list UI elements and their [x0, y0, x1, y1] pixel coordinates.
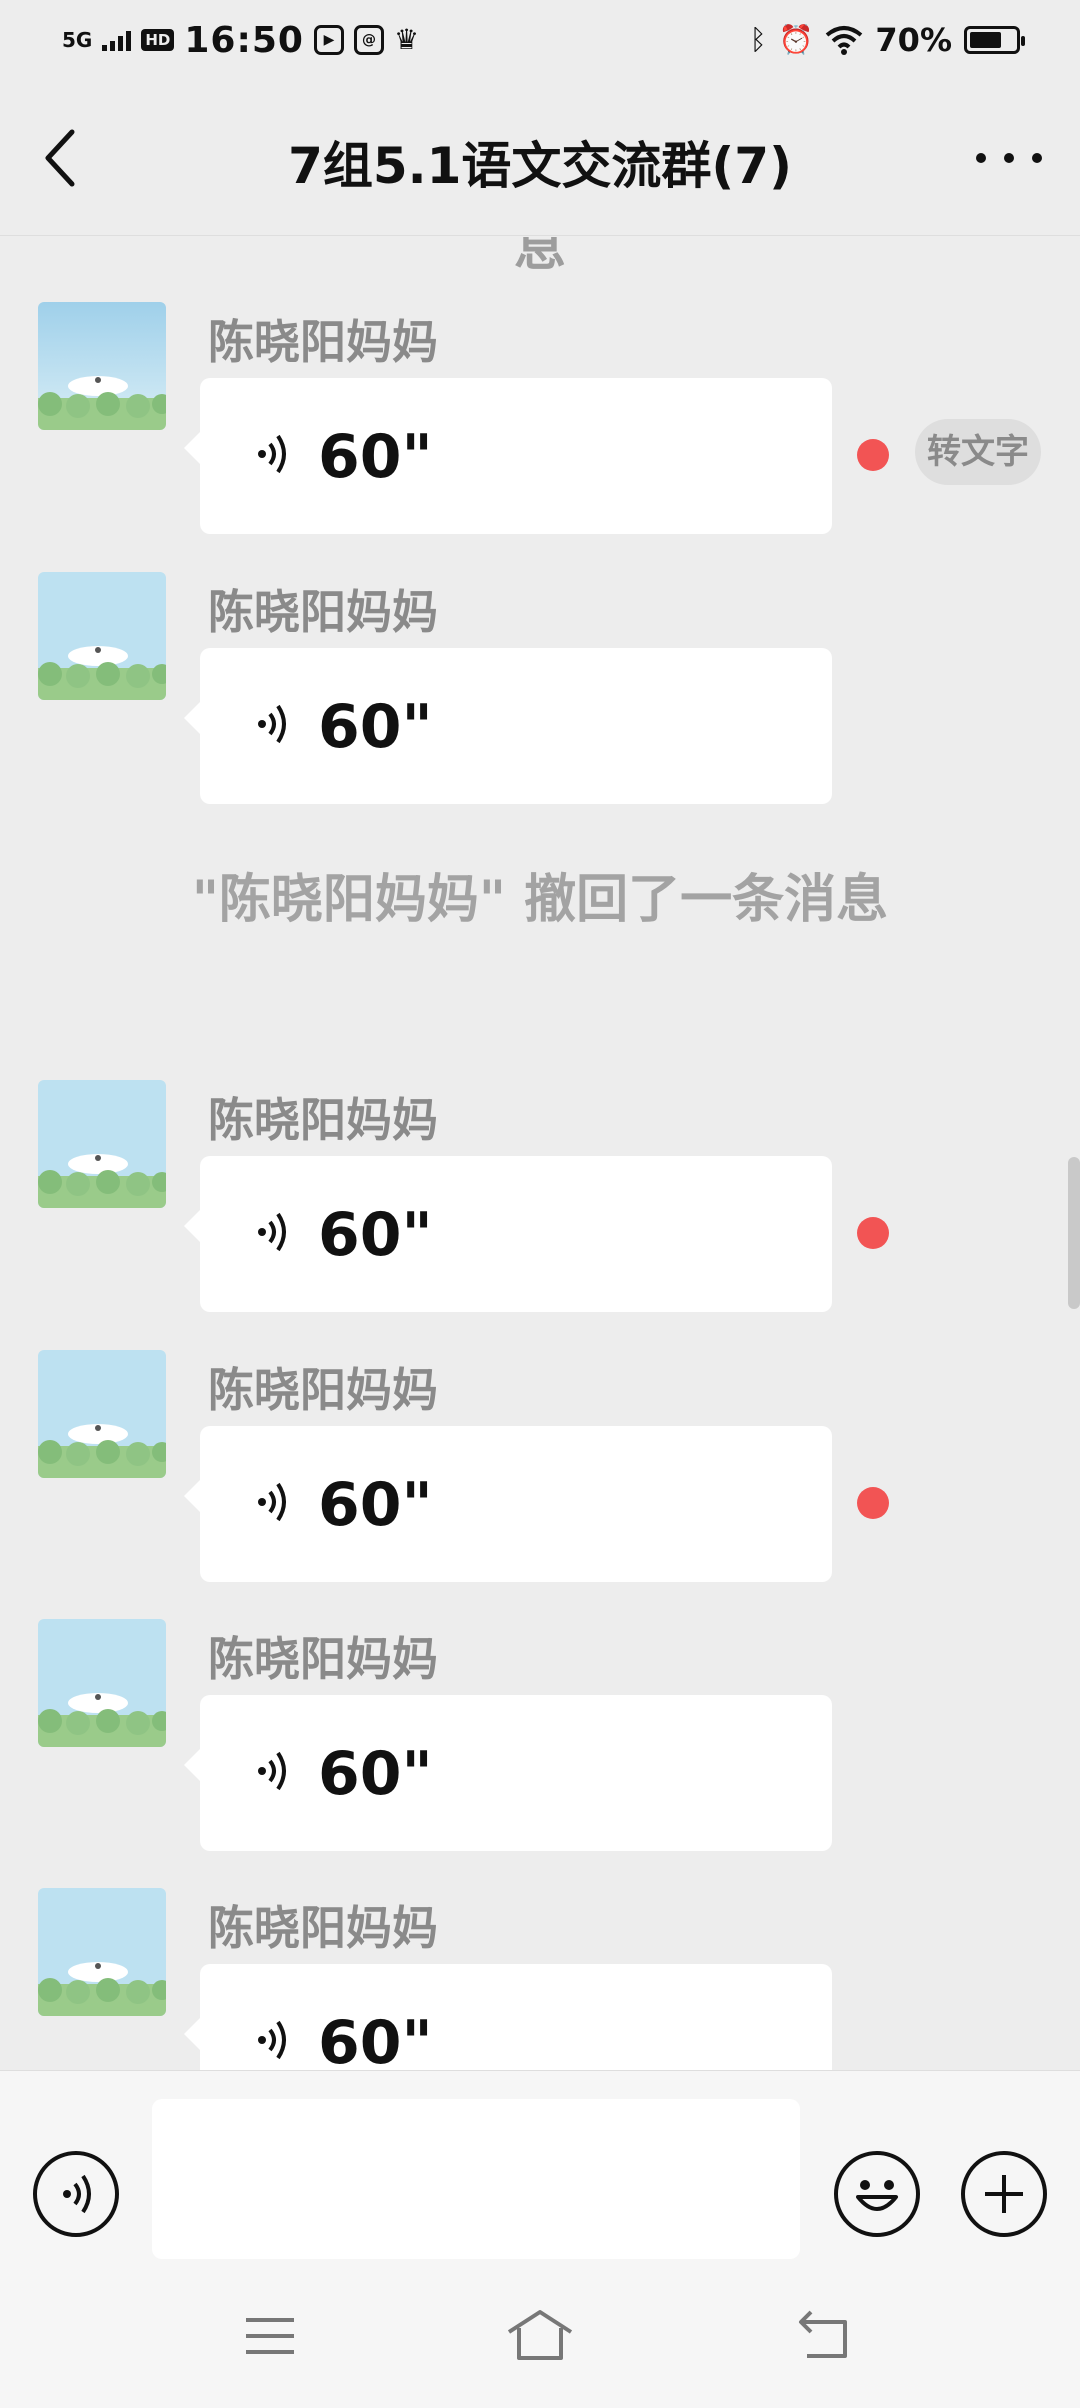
chat-header: 7组5.1语文交流群(7): [0, 80, 1080, 236]
voice-wave-icon: [258, 1212, 286, 1252]
message-row: 陈晓阳妈妈 60": [0, 1619, 1080, 1889]
message-row: 陈晓阳妈妈 60": [0, 1080, 1080, 1350]
message-input[interactable]: [152, 2099, 800, 2259]
voice-wave-icon: [258, 704, 286, 744]
voice-input-icon: [63, 2174, 91, 2214]
system-navigation-bar: [0, 2266, 1080, 2408]
voice-message-bubble[interactable]: 60": [184, 1964, 832, 2070]
unread-dot: [857, 1487, 889, 1519]
sender-name: 陈晓阳妈妈: [208, 585, 438, 639]
alarm-icon: ⏰: [778, 23, 814, 56]
wifi-icon: [826, 26, 863, 55]
voice-wave-icon: [258, 1751, 286, 1791]
voice-wave-icon: [258, 2020, 286, 2060]
voice-duration: 60": [318, 1470, 433, 1540]
network-type: 5G: [62, 28, 93, 52]
status-right: ᛒ ⏰ 70%: [749, 18, 1025, 62]
scrollbar[interactable]: [1068, 1157, 1080, 1309]
status-left: 5G HD 16:50 ▶ @ ♛: [62, 18, 419, 62]
input-bar: [0, 2070, 1080, 2266]
sender-name: 陈晓阳妈妈: [208, 1632, 438, 1686]
recall-notice: "陈晓阳妈妈" 撤回了一条消息: [191, 870, 889, 930]
voice-message-bubble[interactable]: 60": [184, 648, 832, 804]
clock: 16:50: [184, 19, 304, 61]
convert-to-text-button[interactable]: 转文字: [915, 419, 1041, 485]
bluetooth-icon: ᛒ: [749, 23, 767, 56]
voice-wave-icon: [258, 1482, 286, 1522]
status-bar: 5G HD 16:50 ▶ @ ♛ ᛒ ⏰ 70%: [0, 0, 1080, 80]
message-row: 陈晓阳妈妈 60": [0, 1888, 1080, 2070]
emoji-button[interactable]: [834, 2151, 920, 2237]
dot: [1004, 153, 1014, 163]
home-icon[interactable]: [505, 2306, 575, 2366]
voice-input-button[interactable]: [33, 2151, 119, 2237]
emoji-icon: [856, 2180, 898, 2211]
crown-icon: ♛: [393, 23, 420, 56]
battery-percent: 70%: [875, 21, 952, 59]
more-options-button[interactable]: [976, 140, 1042, 176]
hd-badge: HD: [141, 29, 175, 51]
unread-dot: [857, 1217, 889, 1249]
media-play-icon: ▶: [313, 25, 344, 55]
message-row: 陈晓阳妈妈 60": [0, 1350, 1080, 1620]
avatar[interactable]: [38, 1080, 166, 1208]
avatar[interactable]: [38, 572, 166, 700]
voice-wave-icon: [258, 434, 286, 474]
more-functions-button[interactable]: [961, 2151, 1047, 2237]
dot: [1032, 153, 1042, 163]
voice-duration: 60": [318, 1739, 433, 1809]
voice-duration: 60": [318, 422, 433, 492]
partial-system-text: 息: [513, 237, 566, 278]
sender-name: 陈晓阳妈妈: [208, 1093, 438, 1147]
sender-name: 陈晓阳妈妈: [208, 1363, 438, 1417]
voice-message-bubble[interactable]: 60": [184, 1156, 832, 1312]
avatar[interactable]: [38, 1619, 166, 1747]
dot: [976, 153, 986, 163]
unread-dot: [857, 439, 889, 471]
menu-icon[interactable]: [240, 2306, 300, 2366]
avatar[interactable]: [38, 302, 166, 430]
plus-icon: [985, 2175, 1023, 2213]
message-row: 陈晓阳妈妈 60": [0, 572, 1080, 842]
voice-message-bubble[interactable]: 60": [184, 1426, 832, 1582]
sender-name: 陈晓阳妈妈: [208, 1901, 438, 1955]
avatar[interactable]: [38, 1350, 166, 1478]
message-list[interactable]: 息 陈晓阳妈妈 60" 转文字 陈晓阳妈妈 60" "陈晓阳妈妈" 撤回了一条消…: [0, 237, 1080, 2070]
battery-fill: [970, 32, 1001, 48]
voice-message-bubble[interactable]: 60": [184, 1695, 832, 1851]
sender-name: 陈晓阳妈妈: [208, 315, 438, 369]
at-notification-icon: @: [353, 25, 384, 55]
voice-message-bubble[interactable]: 60": [184, 378, 832, 534]
voice-duration: 60": [318, 2008, 433, 2070]
battery-icon: [964, 26, 1025, 54]
avatar[interactable]: [38, 1888, 166, 2016]
message-row: 陈晓阳妈妈 60" 转文字: [0, 302, 1080, 572]
chat-title: 7组5.1语文交流群(7): [288, 137, 792, 195]
signal-icon: [102, 29, 132, 51]
voice-duration: 60": [318, 1200, 433, 1270]
back-icon[interactable]: [795, 2306, 855, 2366]
voice-duration: 60": [318, 692, 433, 762]
